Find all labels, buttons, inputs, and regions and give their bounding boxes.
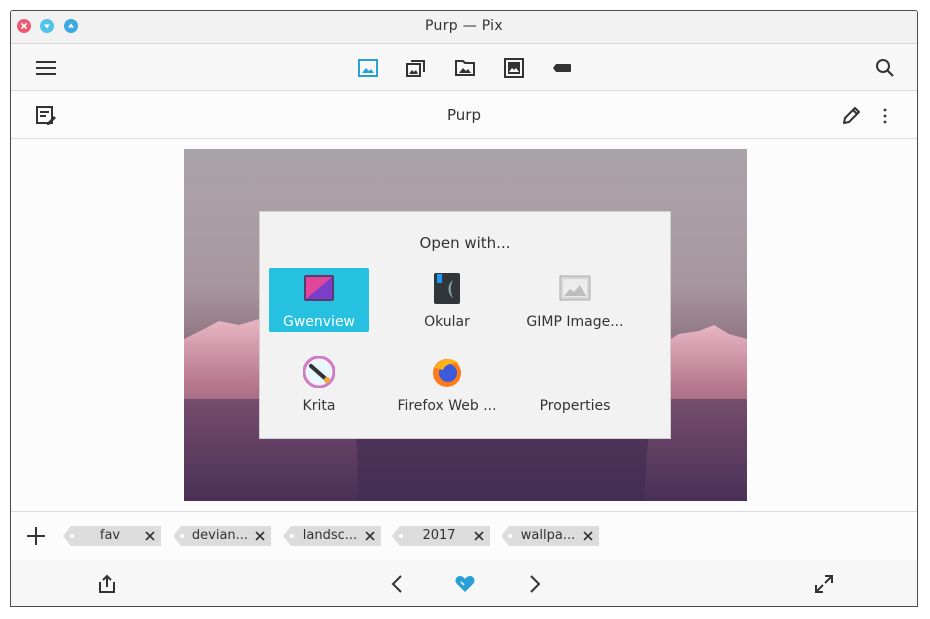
previous-button[interactable]: [387, 573, 409, 595]
app-gwenview[interactable]: Gwenview: [269, 268, 369, 332]
gimp-image-icon: [559, 272, 591, 304]
close-icon[interactable]: [363, 529, 377, 543]
tag-label: 2017: [422, 528, 456, 543]
tag-chip[interactable]: wallpa...: [501, 526, 599, 546]
tag-label: devian...: [191, 528, 249, 543]
page-title: Purp: [447, 106, 481, 124]
collection-icon: [406, 60, 425, 77]
firefox-icon: [431, 356, 463, 388]
share-button[interactable]: [96, 573, 118, 595]
fullscreen-button[interactable]: [813, 573, 835, 595]
okular-icon: [431, 272, 463, 304]
fullscreen-icon: [815, 575, 833, 593]
app-window: Purp — Pix Purp Open with... Gwenview Ok…: [10, 10, 918, 607]
more-options-button[interactable]: [874, 105, 896, 127]
search-icon: [876, 59, 894, 77]
image-viewer[interactable]: Open with... Gwenview Okular GIMP Image.…: [11, 139, 917, 511]
app-label: Gwenview: [282, 314, 356, 330]
plus-icon: [27, 527, 45, 545]
next-button[interactable]: [523, 573, 545, 595]
app-firefox[interactable]: Firefox Web ...: [397, 352, 497, 416]
tag-chip[interactable]: landsc...: [283, 526, 381, 546]
window-title: Purp — Pix: [425, 18, 503, 34]
tag-label: wallpa...: [520, 528, 576, 543]
tag-chip[interactable]: 2017: [392, 526, 490, 546]
pencil-icon: [843, 107, 860, 124]
close-icon[interactable]: [143, 529, 157, 543]
open-with-dialog: Open with... Gwenview Okular GIMP Image.…: [259, 211, 671, 439]
tab-folders[interactable]: [454, 57, 476, 79]
dialog-title: Open with...: [419, 234, 511, 252]
folder-image-icon: [455, 60, 475, 76]
close-icon[interactable]: [472, 529, 486, 543]
image-frame-icon: [504, 58, 524, 78]
hamburger-menu-icon: [36, 61, 56, 75]
add-tag-button[interactable]: [25, 525, 47, 547]
heart-icon: [455, 576, 475, 592]
share-icon: [99, 574, 115, 593]
krita-icon: [302, 355, 336, 389]
app-properties[interactable]: Properties: [525, 352, 625, 416]
close-icon[interactable]: [253, 529, 267, 543]
tag-bar: fav devian... landsc... 2017 wallpa...: [11, 511, 917, 561]
gwenview-icon: [303, 272, 335, 304]
favorite-button[interactable]: [454, 573, 476, 595]
app-label: Firefox Web ...: [397, 398, 497, 414]
viewer-header: Purp: [11, 91, 917, 139]
search-button[interactable]: [874, 57, 896, 79]
app-gimp[interactable]: GIMP Image...: [525, 268, 625, 332]
title-bar: Purp — Pix: [11, 11, 917, 44]
edit-button[interactable]: [840, 105, 862, 127]
app-label: Okular: [424, 314, 470, 330]
bottom-toolbar: [11, 560, 917, 606]
chevron-left-icon: [391, 575, 402, 593]
tab-viewer[interactable]: [357, 57, 379, 79]
tab-gallery[interactable]: [503, 57, 525, 79]
tag-label: landsc...: [302, 528, 358, 543]
tag-chip[interactable]: fav: [63, 526, 161, 546]
tab-tags[interactable]: [552, 57, 574, 79]
tag-chip[interactable]: devian...: [173, 526, 271, 546]
close-icon[interactable]: [581, 529, 595, 543]
main-toolbar: [11, 44, 917, 91]
tag-label: fav: [99, 528, 121, 543]
tab-collections[interactable]: [405, 57, 427, 79]
chevron-right-icon: [530, 575, 541, 593]
app-okular[interactable]: Okular: [397, 268, 497, 332]
tag-icon: [553, 64, 571, 72]
app-label: Krita: [302, 398, 336, 414]
app-krita[interactable]: Krita: [269, 352, 369, 416]
kebab-menu-icon: [883, 108, 887, 124]
app-label: GIMP Image...: [526, 314, 624, 330]
menu-button[interactable]: [35, 57, 57, 79]
app-label: Properties: [539, 398, 611, 414]
image-icon: [358, 59, 378, 77]
